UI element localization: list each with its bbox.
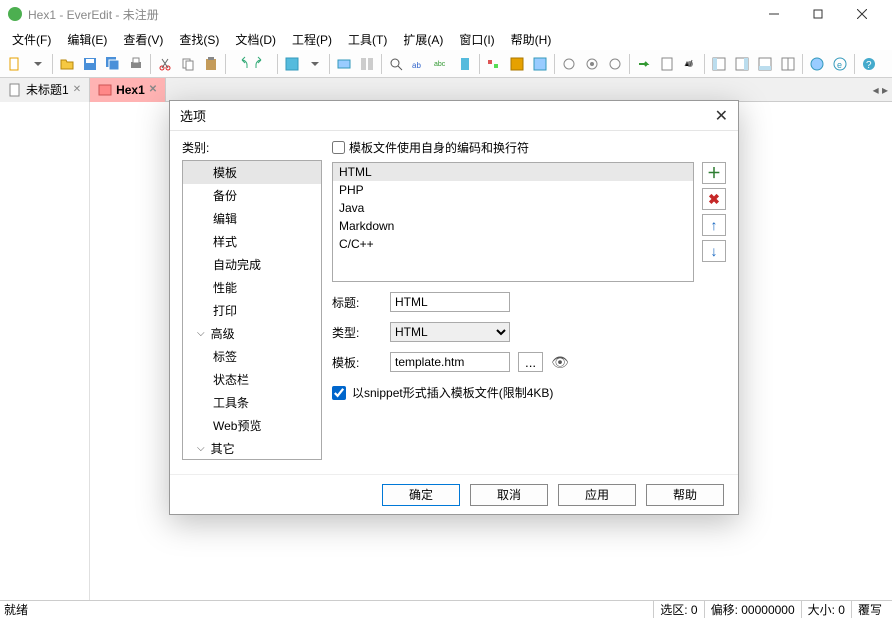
options-dialog: 选项 ✕ 类别: 模板 备份 编辑 样式 自动完成 性能 打印 高级 标签 状态… — [169, 100, 739, 515]
cat-group-other[interactable]: 其它 — [183, 437, 321, 460]
own-encoding-checkbox[interactable] — [332, 141, 345, 154]
preview-icon[interactable]: 👁 — [551, 354, 569, 371]
template-file-input[interactable] — [390, 352, 510, 372]
add-template-button[interactable]: ＋ — [702, 162, 726, 184]
remove-template-button[interactable]: ✖ — [702, 188, 726, 210]
apply-button[interactable]: 应用 — [558, 484, 636, 506]
ok-button[interactable]: 确定 — [382, 484, 460, 506]
template-item-cpp[interactable]: C/C++ — [333, 235, 693, 253]
cat-statusbar[interactable]: 状态栏 — [183, 368, 321, 391]
cat-style[interactable]: 样式 — [183, 230, 321, 253]
move-up-button[interactable]: ↑ — [702, 214, 726, 236]
cat-tabs[interactable]: 标签 — [183, 345, 321, 368]
dialog-titlebar[interactable]: 选项 ✕ — [170, 101, 738, 131]
dialog-title: 选项 — [180, 106, 206, 125]
help-button[interactable]: 帮助 — [646, 484, 724, 506]
dialog-overlay: 选项 ✕ 类别: 模板 备份 编辑 样式 自动完成 性能 打印 高级 标签 状态… — [0, 0, 892, 618]
template-item-php[interactable]: PHP — [333, 181, 693, 199]
template-list[interactable]: HTML PHP Java Markdown C/C++ — [332, 162, 694, 282]
cat-template[interactable]: 模板 — [183, 161, 321, 184]
cat-autocomplete[interactable]: 自动完成 — [183, 253, 321, 276]
own-encoding-label: 模板文件使用自身的编码和换行符 — [349, 139, 529, 156]
move-down-button[interactable]: ↓ — [702, 240, 726, 262]
template-item-html[interactable]: HTML — [333, 163, 693, 181]
type-select[interactable]: HTML — [390, 322, 510, 342]
snippet-checkbox[interactable] — [332, 386, 346, 400]
browse-button[interactable]: ... — [518, 352, 543, 372]
cat-edit[interactable]: 编辑 — [183, 207, 321, 230]
template-item-markdown[interactable]: Markdown — [333, 217, 693, 235]
title-input[interactable] — [390, 292, 510, 312]
cancel-button[interactable]: 取消 — [470, 484, 548, 506]
snippet-label: 以snippet形式插入模板文件(限制4KB) — [352, 384, 553, 401]
template-file-label: 模板: — [332, 354, 382, 371]
type-label: 类型: — [332, 324, 382, 341]
cat-webpreview[interactable]: Web预览 — [183, 414, 321, 437]
dialog-close-icon[interactable]: ✕ — [715, 106, 728, 126]
cat-performance[interactable]: 性能 — [183, 276, 321, 299]
category-tree[interactable]: 模板 备份 编辑 样式 自动完成 性能 打印 高级 标签 状态栏 工具条 Web… — [182, 160, 322, 460]
cat-toolbar[interactable]: 工具条 — [183, 391, 321, 414]
cat-group-advanced[interactable]: 高级 — [183, 322, 321, 345]
template-item-java[interactable]: Java — [333, 199, 693, 217]
cat-print[interactable]: 打印 — [183, 299, 321, 322]
category-label: 类别: — [182, 139, 322, 156]
cat-backup[interactable]: 备份 — [183, 184, 321, 207]
title-label: 标题: — [332, 294, 382, 311]
